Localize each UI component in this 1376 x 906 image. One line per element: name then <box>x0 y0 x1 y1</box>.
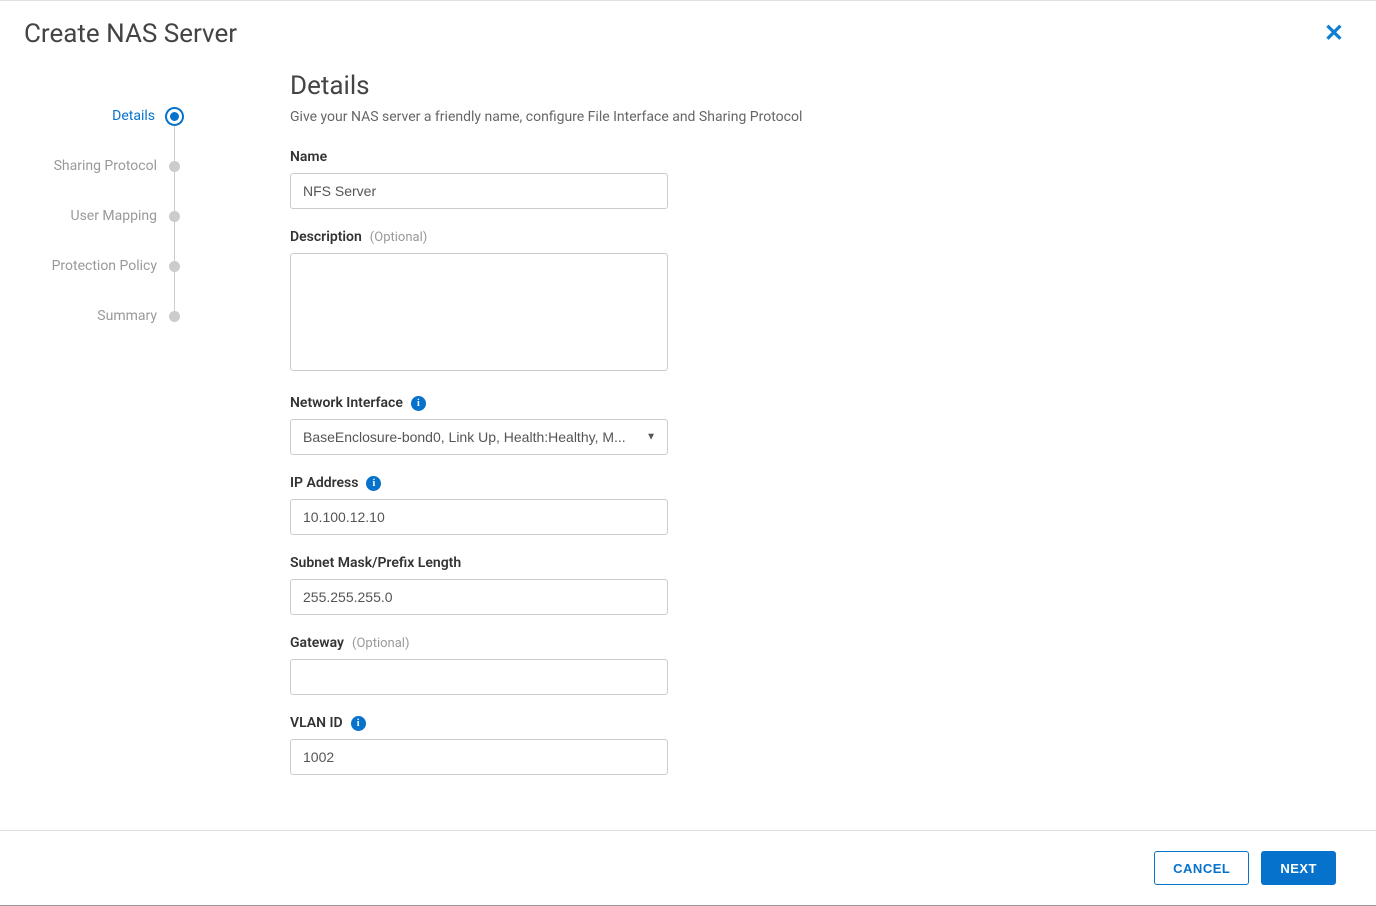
step-dot-icon <box>169 261 180 272</box>
gateway-input[interactable] <box>290 659 668 695</box>
ip-address-input[interactable] <box>290 499 668 535</box>
field-network-interface: Network Interface i BaseEnclosure-bond0,… <box>290 395 1336 455</box>
step-label: Summary <box>97 308 157 324</box>
step-details[interactable]: Details <box>0 91 190 141</box>
field-subnet: Subnet Mask/Prefix Length <box>290 555 1336 615</box>
panel-subtitle: Give your NAS server a friendly name, co… <box>290 109 1336 125</box>
vlan-label-text: VLAN ID <box>290 715 343 731</box>
step-dot-icon <box>167 109 182 124</box>
step-summary[interactable]: Summary <box>0 291 190 341</box>
field-ip-address: IP Address i <box>290 475 1336 535</box>
panel-heading: Details <box>290 71 1336 101</box>
create-nas-server-modal: Create NAS Server ✕ Details Sharing Prot… <box>0 0 1376 906</box>
description-label: Description (Optional) <box>290 229 1336 245</box>
subnet-input[interactable] <box>290 579 668 615</box>
modal-footer: CANCEL NEXT <box>0 830 1376 906</box>
wizard-stepper: Details Sharing Protocol User Mapping Pr… <box>0 61 190 830</box>
vlan-label: VLAN ID i <box>290 715 1336 731</box>
step-sharing-protocol[interactable]: Sharing Protocol <box>0 141 190 191</box>
description-label-text: Description <box>290 229 362 245</box>
step-label: Sharing Protocol <box>54 158 157 174</box>
info-icon[interactable]: i <box>411 396 426 411</box>
field-name: Name <box>290 149 1336 209</box>
step-label: Details <box>112 108 155 124</box>
modal-body: Details Sharing Protocol User Mapping Pr… <box>0 61 1376 830</box>
network-interface-value[interactable]: BaseEnclosure-bond0, Link Up, Health:Hea… <box>290 419 668 455</box>
step-label: Protection Policy <box>52 258 157 274</box>
info-icon[interactable]: i <box>351 716 366 731</box>
step-dot-icon <box>169 311 180 322</box>
step-label: User Mapping <box>70 208 157 224</box>
field-vlan: VLAN ID i <box>290 715 1336 775</box>
ip-address-label-text: IP Address <box>290 475 358 491</box>
network-interface-select[interactable]: BaseEnclosure-bond0, Link Up, Health:Hea… <box>290 419 668 455</box>
name-label: Name <box>290 149 1336 165</box>
info-icon[interactable]: i <box>366 476 381 491</box>
description-input[interactable] <box>290 253 668 371</box>
optional-tag: (Optional) <box>370 230 427 245</box>
step-dot-icon <box>169 211 180 222</box>
network-interface-label-text: Network Interface <box>290 395 403 411</box>
step-protection-policy[interactable]: Protection Policy <box>0 241 190 291</box>
network-interface-label: Network Interface i <box>290 395 1336 411</box>
gateway-label-text: Gateway <box>290 635 344 651</box>
ip-address-label: IP Address i <box>290 475 1336 491</box>
next-button[interactable]: NEXT <box>1261 851 1336 885</box>
gateway-label: Gateway (Optional) <box>290 635 1336 651</box>
optional-tag: (Optional) <box>352 636 409 651</box>
modal-title: Create NAS Server <box>24 19 237 49</box>
field-description: Description (Optional) <box>290 229 1336 375</box>
subnet-label: Subnet Mask/Prefix Length <box>290 555 1336 571</box>
field-gateway: Gateway (Optional) <box>290 635 1336 695</box>
step-dot-icon <box>169 161 180 172</box>
step-user-mapping[interactable]: User Mapping <box>0 191 190 241</box>
close-icon[interactable]: ✕ <box>1316 19 1352 47</box>
name-input[interactable] <box>290 173 668 209</box>
cancel-button[interactable]: CANCEL <box>1154 851 1249 885</box>
details-panel: Details Give your NAS server a friendly … <box>190 61 1376 830</box>
modal-header: Create NAS Server ✕ <box>0 1 1376 61</box>
vlan-input[interactable] <box>290 739 668 775</box>
